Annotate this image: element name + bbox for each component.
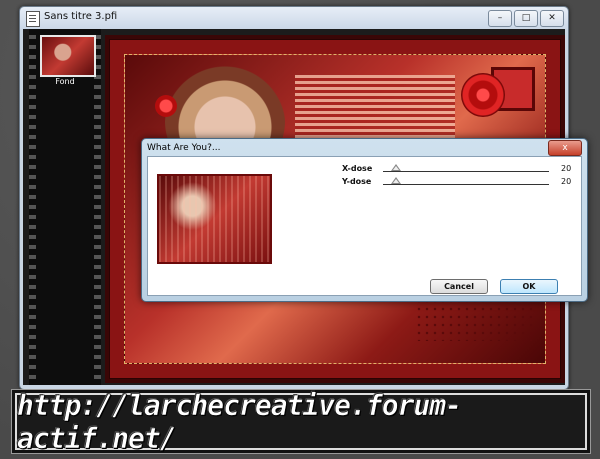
dialog-body: X-dose 20 Y-dose 20 Cancel OK [147, 156, 582, 296]
dialog-title: What Are You?... [147, 143, 221, 153]
banner-url[interactable]: http://larchecreative.forum-actif.net/ [17, 388, 585, 455]
x-dose-label: X-dose [342, 164, 373, 173]
maximize-button[interactable]: □ [514, 10, 538, 27]
dialog-close-button[interactable]: x [548, 140, 582, 156]
y-dose-slider[interactable] [383, 184, 549, 185]
document-icon [26, 11, 40, 27]
rose-decoration [461, 73, 505, 117]
minimize-button[interactable]: – [488, 10, 512, 27]
y-dose-value: 20 [561, 177, 572, 186]
filter-dialog: What Are You?... x X-dose 20 Y-dose 20 C… [141, 138, 588, 302]
layer-thumbnail[interactable] [40, 35, 96, 77]
cancel-button[interactable]: Cancel [430, 279, 488, 294]
x-dose-slider[interactable] [383, 171, 549, 172]
ok-button[interactable]: OK [500, 279, 558, 294]
window-titlebar[interactable]: Sans titre 3.pfi – □ ✕ [20, 7, 568, 29]
window-title: Sans titre 3.pfi [44, 11, 118, 22]
filter-preview [157, 174, 272, 264]
x-dose-value: 20 [561, 164, 572, 173]
layers-filmstrip: Fond [29, 29, 101, 385]
rose-decoration [155, 95, 177, 117]
x-dose-slider-thumb[interactable] [391, 164, 402, 171]
layer-label: Fond [55, 77, 75, 86]
close-window-button[interactable]: ✕ [540, 10, 564, 27]
y-dose-slider-thumb[interactable] [391, 177, 402, 184]
y-dose-label: Y-dose [342, 177, 372, 186]
url-banner: http://larchecreative.forum-actif.net/ [11, 388, 591, 455]
